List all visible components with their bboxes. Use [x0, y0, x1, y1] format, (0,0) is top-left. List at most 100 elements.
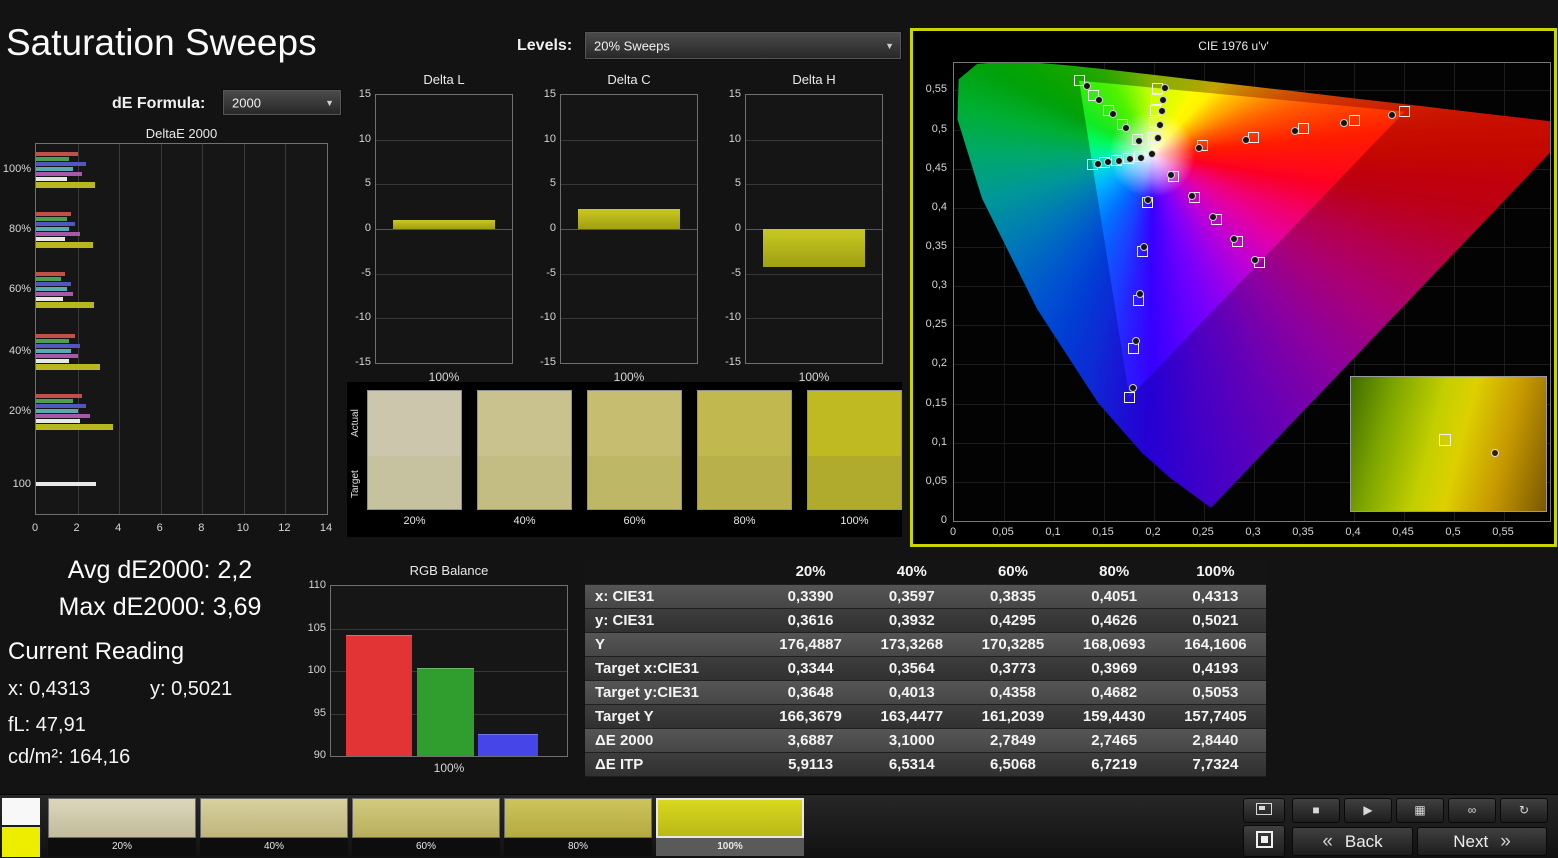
chart-title: Delta L — [423, 72, 465, 87]
next-button[interactable]: Next » — [1417, 827, 1547, 856]
y-tick-label: -10 — [355, 311, 371, 324]
bar-blue — [36, 222, 76, 226]
table-cell: 0,4013 — [861, 680, 963, 705]
x-tick-label: 2 — [73, 522, 80, 534]
gridline — [160, 144, 162, 514]
bar-cyan — [36, 167, 74, 171]
measured-marker — [1157, 107, 1166, 116]
table-cell: 0,5021 — [1164, 608, 1266, 633]
table-cell: 170,3285 — [962, 632, 1064, 657]
y-tick-label: 10 — [358, 132, 371, 145]
swatch-column-label: 20% — [403, 515, 426, 527]
measured-marker — [1137, 153, 1145, 162]
table-row: ΔE 2000 3,6887 3,1000 2,7849 2,7465 2,8440 — [585, 728, 1266, 753]
target-marker — [1128, 343, 1140, 355]
x-tick-label: 10 — [236, 522, 249, 534]
gridline — [331, 628, 567, 630]
bar-magenta — [36, 172, 82, 176]
y-tick-label: 0,4 — [931, 200, 947, 213]
delta_l-plot — [375, 94, 513, 364]
page-title: Saturation Sweeps — [6, 22, 317, 63]
swatch-pair-40% — [477, 390, 572, 510]
back-button[interactable]: « Back — [1292, 827, 1413, 856]
measured-marker — [1291, 127, 1299, 136]
x-tick-label: 0,5 — [1445, 526, 1461, 538]
patch-button-100%[interactable]: 100% — [656, 798, 804, 856]
bar-green — [36, 157, 70, 161]
target-marker — [1348, 114, 1360, 126]
table-cell: 168,0693 — [1063, 632, 1165, 657]
y-tick-label: -5 — [731, 266, 741, 279]
swatch-column-label: 40% — [513, 515, 536, 527]
patch-button-80%[interactable]: 80% — [504, 798, 652, 856]
gridline — [561, 273, 697, 275]
deltae2000-chart: DeltaE 2000 100% 80% 60% 40% 20% 100 0 2 4 6 8 10 1… — [0, 126, 340, 538]
delta-c-chart: Delta C 100% 15 10 5 0 -5 -10 -15 — [530, 72, 700, 388]
delta-bar — [393, 220, 495, 229]
y-tick-label: 80% — [8, 222, 31, 235]
reading-y: y: 0,5021 — [150, 678, 233, 700]
table-cell: 0,3344 — [760, 656, 862, 681]
table-header: 60% — [962, 560, 1064, 585]
reading-x: x: 0,4313 — [8, 678, 91, 700]
bar-green — [36, 277, 61, 281]
x-tick-label: 12 — [278, 522, 291, 534]
bar-cyan — [36, 287, 68, 291]
y-tick-label: 95 — [313, 706, 326, 719]
continuous-button[interactable]: ∞ — [1448, 798, 1496, 823]
actual-swatch — [478, 391, 571, 456]
refresh-button[interactable]: ↻ — [1500, 798, 1548, 823]
bar-red — [36, 394, 82, 398]
patch-window-button[interactable] — [1243, 825, 1285, 857]
avg-de2000-stat: Avg dE2000: 2,2 — [67, 556, 253, 584]
row-label: Target y:CIE31 — [585, 680, 760, 705]
gridline — [561, 229, 697, 230]
bar-blue — [36, 404, 86, 408]
patch-button-60%[interactable]: 60% — [352, 798, 500, 856]
y-tick-label: 0,35 — [925, 239, 947, 252]
x-tick-label: 0,55 — [1492, 526, 1514, 538]
x-tick-label: 14 — [319, 522, 333, 534]
rgb-balance-plot — [330, 585, 568, 757]
deltae2000-plot — [35, 143, 328, 515]
reference-white-swatch — [2, 798, 40, 825]
y-tick-label: 105 — [307, 621, 326, 634]
stop-button[interactable]: ■ — [1292, 798, 1340, 823]
measured-marker — [1167, 170, 1175, 179]
chart-title: Delta C — [607, 72, 651, 87]
bar-yellow — [36, 182, 96, 188]
row-label: x: CIE31 — [585, 584, 760, 609]
patch-button-40%[interactable]: 40% — [200, 798, 348, 856]
table-row: Y 176,4887 173,3268 170,3285 168,0693 164,160… — [585, 632, 1266, 657]
grid-button[interactable]: ▦ — [1396, 798, 1444, 823]
gridline — [202, 144, 204, 514]
levels-select[interactable]: 20% Sweeps ▼ — [584, 31, 902, 60]
row-label: y: CIE31 — [585, 608, 760, 633]
bar-cyan — [36, 409, 78, 413]
cie-diagram-panel: CIE 1976 u'v' 0 0,05 0,1 0,15 0,2 0,25 0,3 0,35… — [910, 28, 1557, 547]
y-tick-label: -5 — [361, 266, 371, 279]
table-cell: 0,5053 — [1164, 680, 1266, 705]
bar-magenta — [36, 292, 74, 296]
popout-button[interactable] — [1243, 798, 1285, 823]
bottom-bar: 20% 40% 60% 80% 100% ■ ▶ ▦ ∞ ↻ « Back Next » — [0, 794, 1558, 858]
levels-value: 20% Sweeps — [594, 38, 670, 53]
table-cell: 163,4477 — [861, 704, 963, 729]
table-row: x: CIE31 0,3390 0,3597 0,3835 0,4051 0,4313 — [585, 584, 1266, 609]
patch-label: 60% — [352, 838, 500, 856]
play-button[interactable]: ▶ — [1344, 798, 1392, 823]
swatch-column-label: 80% — [733, 515, 756, 527]
bar-green — [36, 217, 68, 221]
play-icon: ▶ — [1363, 803, 1373, 817]
x-tick-label: 0 — [949, 526, 957, 538]
table-cell: 3,1000 — [861, 728, 963, 753]
measured-marker — [1129, 383, 1137, 392]
x-axis-labels: 0 2 4 6 8 10 12 14 — [0, 521, 340, 537]
table-cell: 0,4682 — [1063, 680, 1165, 705]
patch-button-20%[interactable]: 20% — [48, 798, 196, 856]
y-tick-label: 0,25 — [925, 318, 947, 331]
table-cell: 2,7849 — [962, 728, 1064, 753]
gridline — [561, 184, 697, 186]
table-cell: 159,4430 — [1063, 704, 1165, 729]
de-formula-select[interactable]: 2000 ▼ — [222, 89, 342, 116]
